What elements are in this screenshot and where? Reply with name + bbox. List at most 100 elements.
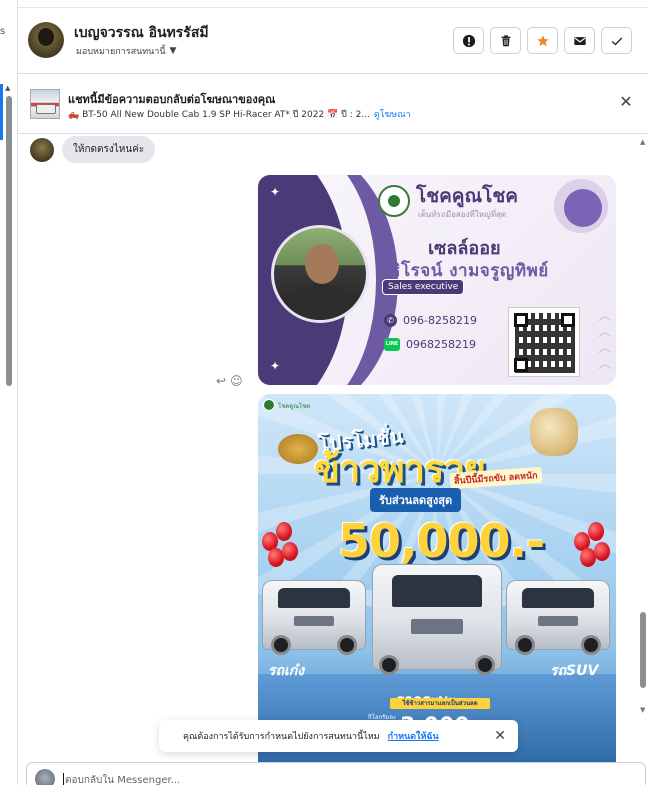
alert-icon <box>462 34 475 47</box>
salesperson-photo <box>271 225 369 323</box>
message-actions: ↩ ☺ <box>216 374 243 388</box>
rice-sack-graphic <box>530 408 578 456</box>
incoming-message: ให้กดตรงไหนค่ะ <box>30 136 156 163</box>
text-caret <box>63 773 64 785</box>
car-window <box>278 587 350 609</box>
balloons-left <box>262 522 302 582</box>
car-grill <box>411 619 463 634</box>
dealer-tagline: เต็นท์รถมือสองที่ใหญ่ที่สุด <box>418 210 507 219</box>
card-decoration-circle <box>564 189 602 227</box>
mark-done-button[interactable] <box>601 27 632 54</box>
pickup-truck-image <box>372 564 502 675</box>
phone-number: 096-8258219 <box>403 314 477 327</box>
left-sidebar-strip: s ▲ <box>0 0 18 785</box>
car-window <box>392 575 482 607</box>
suv-car-image <box>506 580 610 655</box>
delete-button[interactable] <box>490 27 521 54</box>
sparkle-icon: ✦ <box>270 359 281 373</box>
sidebar-glyph: s <box>0 26 6 37</box>
assign-conversation-dropdown[interactable]: มอบหมายการสนทนานี้ ▼ <box>76 44 176 58</box>
reply-composer[interactable]: ตอบกลับใน Messenger... <box>26 762 646 785</box>
car-wheel <box>337 635 357 655</box>
mark-unread-button[interactable] <box>564 27 595 54</box>
discount-amount: 50,000.- <box>338 514 545 568</box>
car-grill <box>293 616 335 626</box>
ad-subtitle: 🛻 BT-50 All New Double Cab 1.9 SP Hi-Rac… <box>68 107 411 121</box>
conversation-header: เบญจวรรณ อินทรรัสมี มอบหมายการสนทนานี้ ▼ <box>18 0 648 74</box>
report-button[interactable] <box>453 27 484 54</box>
close-icon[interactable]: ✕ <box>618 94 634 110</box>
balloon <box>276 522 292 541</box>
page-avatar <box>35 769 55 785</box>
ad-thumbnail[interactable] <box>30 89 60 119</box>
sparkle-icon: ✦ <box>270 185 281 199</box>
car-wheel <box>271 635 291 655</box>
emoji-reaction-icon[interactable]: ☺ <box>230 374 243 388</box>
car-window <box>522 587 594 609</box>
reply-input[interactable]: ตอบกลับใน Messenger... <box>63 773 180 785</box>
sent-image-business-card[interactable]: ✦ ✦ โชคคูณโชค เต็นท์รถมือสองที่ใหญ่ที่สุ… <box>258 175 616 385</box>
thread-scrollbar[interactable]: ▲ ▼ <box>638 134 648 762</box>
corner-brand: โชคคูณโชค <box>278 403 311 410</box>
message-thread: ให้กดตรงไหนค่ะ ↩ ☺ ✦ ✦ โชคคูณโชค เต็นท์ร… <box>18 134 648 762</box>
ad-title: แชทนี้มีข้อความตอบกลับต่อโฆษณาของคุณ <box>68 93 276 106</box>
left-scrollbar-thumb[interactable] <box>6 96 12 386</box>
contact-name[interactable]: เบญจวรรณ อินทรรัสมี <box>74 22 209 44</box>
reply-placeholder: ตอบกลับใน Messenger... <box>65 775 181 785</box>
line-id: 0968258219 <box>406 338 476 351</box>
phone-icon: ✆ <box>384 314 397 327</box>
sender-avatar[interactable] <box>30 137 54 162</box>
ad-subtitle-text: 🛻 BT-50 All New Double Cab 1.9 SP Hi-Rac… <box>68 110 370 120</box>
sedan-car-image <box>262 580 366 655</box>
chevron-decoration: ︿ <box>598 356 612 372</box>
trash-icon <box>501 34 510 46</box>
ad-context-bar: แชทนี้มีข้อความตอบกลับต่อโฆษณาของคุณ 🛻 B… <box>18 74 648 134</box>
star-button[interactable] <box>527 27 558 54</box>
caret-down-icon: ▼ <box>169 46 177 56</box>
header-actions <box>453 27 632 54</box>
scroll-down-arrow[interactable]: ▼ <box>640 706 645 714</box>
qr-code <box>508 307 580 377</box>
qr-finder <box>514 358 528 372</box>
assign-label: มอบหมายการสนทนานี้ <box>76 47 166 57</box>
rice-exchange-label: ใช้ข้าวสารมาแลกเป็นส่วนลด <box>390 698 490 709</box>
balloon <box>282 542 298 561</box>
star-icon <box>536 34 549 46</box>
car-grill <box>537 616 579 626</box>
assign-prompt-toast: คุณต้องการได้รับการกำหนดไปยังการสนทนานี้… <box>159 720 518 752</box>
qr-finder <box>561 313 575 327</box>
dealer-brand: โชคคูณโชค <box>416 185 518 207</box>
balloon <box>594 542 610 561</box>
wheat-graphic <box>278 434 318 464</box>
header-divider <box>18 7 648 8</box>
phone-row: ✆ 096-8258219 <box>384 314 477 327</box>
salesperson-position: Sales executive <box>382 279 465 295</box>
scroll-up-arrow[interactable]: ▲ <box>5 84 10 92</box>
reply-icon[interactable]: ↩ <box>216 374 226 388</box>
dealer-logo <box>263 399 275 411</box>
assign-to-me-link[interactable]: กำหนดให้ฉัน <box>388 729 439 743</box>
qr-finder <box>514 313 528 327</box>
close-icon[interactable]: ✕ <box>494 728 506 744</box>
line-app-icon: LINE <box>384 338 400 351</box>
sent-image-promotion[interactable]: โชคคูณโชค โปรโมชั่น ข้าวพารวย สิ้นปีนี้ม… <box>258 394 616 762</box>
incoming-message-bubble[interactable]: ให้กดตรงไหนค่ะ <box>62 136 156 163</box>
category-suv-label: รถSUV <box>550 663 599 679</box>
envelope-icon <box>573 36 586 45</box>
view-ad-link[interactable]: ดูโฆษณา <box>374 110 411 120</box>
balloons-right <box>574 522 614 582</box>
contact-avatar[interactable] <box>28 22 64 58</box>
assign-prompt-text: คุณต้องการได้รับการกำหนดไปยังการสนทนานี้… <box>183 732 380 742</box>
car-wheel <box>379 655 399 675</box>
car-wheel <box>475 655 495 675</box>
thread-scrollbar-thumb[interactable] <box>640 612 646 688</box>
category-sedan-label: รถเก๋ง <box>268 663 305 679</box>
check-icon <box>611 36 622 45</box>
car-wheel <box>515 635 535 655</box>
active-indicator <box>0 84 3 140</box>
dealer-logo <box>378 185 410 217</box>
discount-label: รับส่วนลดสูงสุด <box>370 488 462 512</box>
car-wheel <box>581 635 601 655</box>
balloon <box>588 522 604 541</box>
scroll-up-arrow[interactable]: ▲ <box>640 138 645 146</box>
